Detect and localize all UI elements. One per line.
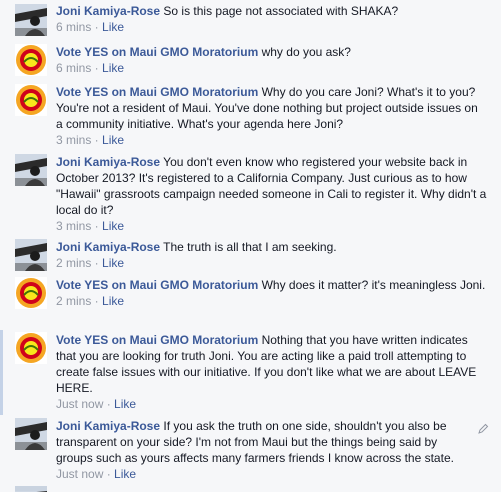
comment-timestamp[interactable]: 3 mins (56, 219, 91, 233)
comment-author[interactable]: Joni Kamiya-Rose (56, 4, 160, 18)
comment-text: The truth is all that I am seeking. (163, 240, 337, 254)
gmo-badge-logo-icon (16, 333, 46, 363)
new-comment-highlight-bar (0, 330, 3, 415)
meta-separator: · (91, 219, 103, 233)
like-link[interactable]: Like (114, 467, 136, 481)
comment-timestamp[interactable]: 3 mins (56, 133, 91, 147)
like-link[interactable]: Like (102, 133, 124, 147)
comment-author[interactable]: Joni Kamiya-Rose (56, 155, 160, 169)
comment-author[interactable]: Joni Kamiya-Rose (56, 419, 160, 433)
meta-separator: · (103, 467, 115, 481)
like-link[interactable]: Like (102, 61, 124, 75)
comment-meta: 2 mins · Like (56, 293, 487, 309)
avatar[interactable] (15, 486, 47, 492)
avatar[interactable] (15, 332, 47, 364)
gmo-badge-logo-icon (16, 45, 46, 75)
comment-meta: Just now · Like (56, 466, 473, 482)
person-silhouette-icon (15, 154, 47, 186)
comment-author[interactable]: Vote YES on Maui GMO Moratorium (56, 278, 258, 292)
comment-author[interactable]: Vote YES on Maui GMO Moratorium (56, 45, 258, 59)
like-link[interactable]: Like (114, 397, 136, 411)
comment-timestamp[interactable]: Just now (56, 397, 103, 411)
meta-separator: · (91, 256, 103, 270)
comment-meta: 2 mins · Like (56, 255, 487, 271)
avatar[interactable] (15, 4, 47, 36)
avatar[interactable] (15, 154, 47, 186)
gmo-badge-logo-icon (16, 278, 46, 308)
comment-meta: 3 mins · Like (56, 218, 487, 234)
meta-separator: · (103, 397, 115, 411)
avatar[interactable] (15, 277, 47, 309)
comment-timestamp[interactable]: Just now (56, 467, 103, 481)
comment-author[interactable]: Vote YES on Maui GMO Moratorium (56, 85, 258, 99)
meta-separator: · (91, 294, 103, 308)
gmo-badge-logo-icon (16, 85, 46, 115)
avatar[interactable] (15, 418, 47, 450)
comment-timestamp[interactable]: 2 mins (56, 294, 91, 308)
meta-separator: · (91, 61, 103, 75)
comment-author[interactable]: Joni Kamiya-Rose (56, 240, 160, 254)
comment-meta: Just now · Like (56, 396, 487, 412)
like-link[interactable]: Like (102, 256, 124, 270)
comment-text: So is this page not associated with SHAK… (163, 4, 399, 18)
comment-thread: Joni Kamiya-Rose So is this page not ass… (0, 0, 501, 492)
avatar[interactable] (15, 84, 47, 116)
meta-separator: · (91, 20, 103, 34)
like-link[interactable]: Like (102, 20, 124, 34)
meta-separator: · (91, 133, 103, 147)
person-silhouette-icon (15, 239, 47, 271)
like-link[interactable]: Like (102, 294, 124, 308)
comment-timestamp[interactable]: 2 mins (56, 256, 91, 270)
comment-timestamp[interactable]: 6 mins (56, 61, 91, 75)
comment-meta: 6 mins · Like (56, 60, 487, 76)
comment-text: why do you ask? (261, 45, 351, 59)
comment-timestamp[interactable]: 6 mins (56, 20, 91, 34)
comment-text: Why does it matter? it's meaningless Jon… (261, 278, 486, 292)
comment-author[interactable]: Vote YES on Maui GMO Moratorium (56, 333, 258, 347)
like-link[interactable]: Like (102, 219, 124, 233)
person-silhouette-icon (15, 4, 47, 36)
pencil-icon[interactable] (477, 423, 489, 435)
avatar[interactable] (15, 239, 47, 271)
avatar[interactable] (15, 44, 47, 76)
person-silhouette-icon (15, 418, 47, 450)
comment-meta: 3 mins · Like (56, 132, 487, 148)
comment-meta: 6 mins · Like (56, 19, 487, 35)
